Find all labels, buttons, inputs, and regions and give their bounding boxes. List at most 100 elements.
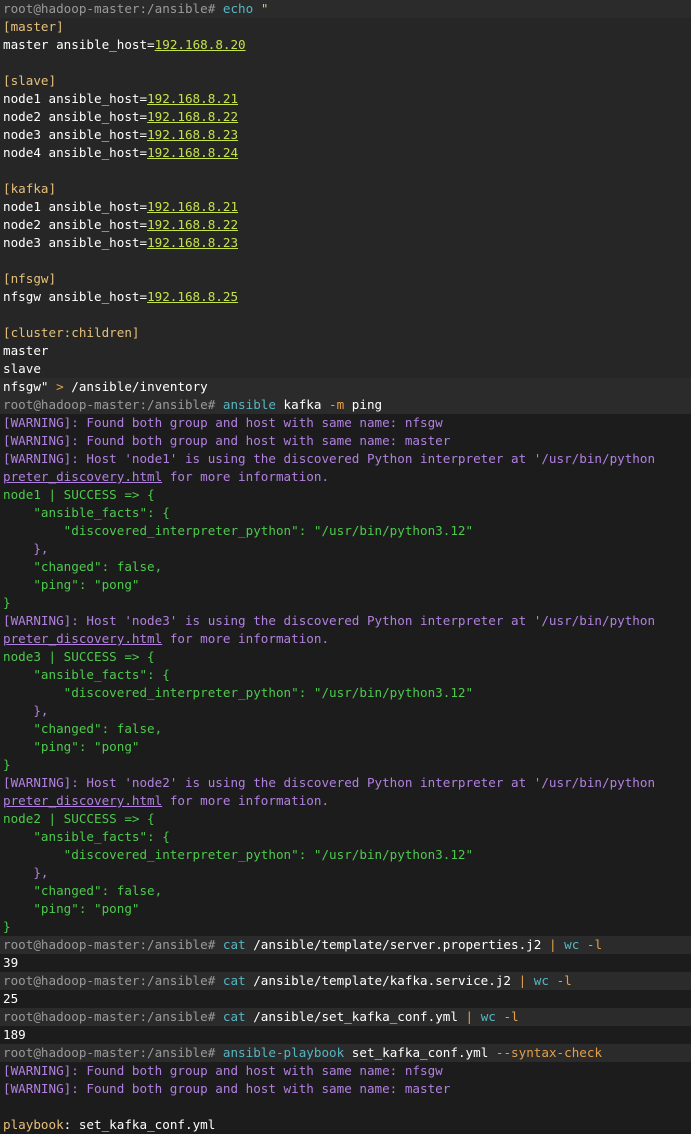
output-line: "ping": "pong" xyxy=(0,900,691,918)
output-line: }, xyxy=(0,540,691,558)
text-segment: wc xyxy=(480,1009,496,1024)
text-segment: nfsgw" xyxy=(3,379,49,394)
text-segment: : set_kafka_conf.yml xyxy=(63,1117,216,1132)
text-segment: root@hadoop-master:/ansible# xyxy=(3,973,223,988)
output-line: "changed": false, xyxy=(0,882,691,900)
text-segment: cat xyxy=(222,973,246,988)
text-segment: [cluster:children] xyxy=(3,325,140,340)
text-segment: cat xyxy=(222,1009,246,1024)
text-segment: 192.168.8.23 xyxy=(147,127,239,142)
output-line: "ansible_facts": { xyxy=(0,504,691,522)
output-line xyxy=(0,54,691,72)
text-segment: for more information. xyxy=(162,469,330,484)
text-segment: -l xyxy=(586,937,603,952)
output-line: master xyxy=(0,342,691,360)
output-line: 189 xyxy=(0,1026,691,1044)
command-line: root@hadoop-master:/ansible# cat /ansibl… xyxy=(0,972,691,990)
output-line: node2 | SUCCESS => { xyxy=(0,810,691,828)
output-line: [WARNING]: Found both group and host wit… xyxy=(0,432,691,450)
text-segment: | xyxy=(465,1009,474,1024)
text-segment: playbook xyxy=(3,1117,64,1132)
text-segment: root@hadoop-master:/ansible# xyxy=(3,397,223,412)
text-segment: echo xyxy=(222,1,254,16)
output-line: }, xyxy=(0,702,691,720)
output-line: [WARNING]: Found both group and host wit… xyxy=(0,1062,691,1080)
output-line: slave xyxy=(0,360,691,378)
text-segment: cat xyxy=(222,937,246,952)
text-segment: master ansible_host= xyxy=(3,37,155,52)
text-segment: set_kafka_conf.yml xyxy=(344,1045,496,1060)
text-segment: wc xyxy=(564,937,580,952)
text-segment: [kafka] xyxy=(3,181,57,196)
text-segment: "discovered_interpreter_python": "/usr/b… xyxy=(3,523,474,538)
text-segment: [WARNING]: Host 'node1' is using the dis… xyxy=(3,451,656,466)
text-segment: root@hadoop-master:/ansible# xyxy=(3,1,223,16)
text-segment: 192.168.8.23 xyxy=(147,235,239,250)
text-segment xyxy=(549,973,557,988)
text-segment: "ansible_facts": { xyxy=(3,667,170,682)
text-segment: "ping": "pong" xyxy=(3,577,140,592)
text-segment: 25 xyxy=(3,991,19,1006)
text-segment: "ansible_facts": { xyxy=(3,829,170,844)
text-segment: }, xyxy=(3,703,49,718)
output-line: 25 xyxy=(0,990,691,1008)
output-line xyxy=(0,252,691,270)
text-segment: [WARNING]: Found both group and host wit… xyxy=(3,1081,451,1096)
text-segment: /ansible/template/server.properties.j2 xyxy=(245,937,549,952)
text-segment: 192.168.8.22 xyxy=(147,217,239,232)
text-segment: -m xyxy=(329,397,345,412)
text-segment: root@hadoop-master:/ansible# xyxy=(3,1009,223,1024)
text-segment: preter_discovery.html xyxy=(3,631,163,646)
output-line: node1 | SUCCESS => { xyxy=(0,486,691,504)
output-line: [nfsgw] xyxy=(0,270,691,288)
text-segment: "changed": false, xyxy=(3,721,163,736)
command-line: root@hadoop-master:/ansible# cat /ansibl… xyxy=(0,936,691,954)
text-segment xyxy=(557,937,565,952)
output-line: "discovered_interpreter_python": "/usr/b… xyxy=(0,846,691,864)
text-segment xyxy=(579,937,587,952)
text-segment: [master] xyxy=(3,19,64,34)
output-line: [cluster:children] xyxy=(0,324,691,342)
text-segment: node2 | SUCCESS => { xyxy=(3,811,155,826)
output-line: "changed": false, xyxy=(0,720,691,738)
output-line: node2 ansible_host=192.168.8.22 xyxy=(0,108,691,126)
terminal-window[interactable]: root@hadoop-master:/ansible# echo " [mast… xyxy=(0,0,691,1134)
output-line: "changed": false, xyxy=(0,558,691,576)
text-segment: nfsgw ansible_host= xyxy=(3,289,148,304)
text-segment: }, xyxy=(3,865,49,880)
output-line: "ansible_facts": { xyxy=(0,666,691,684)
output-line: node1 ansible_host=192.168.8.21 xyxy=(0,198,691,216)
command-line: root@hadoop-master:/ansible# cat /ansibl… xyxy=(0,1008,691,1026)
output-line: "ansible_facts": { xyxy=(0,828,691,846)
text-segment: } xyxy=(3,919,11,934)
text-segment: node1 | SUCCESS => { xyxy=(3,487,155,502)
command-line: root@hadoop-master:/ansible# ansible kaf… xyxy=(0,396,691,414)
text-segment: node1 ansible_host= xyxy=(3,91,148,106)
text-segment: root@hadoop-master:/ansible# xyxy=(3,937,223,952)
output-line: } xyxy=(0,756,691,774)
text-segment: -l xyxy=(556,973,572,988)
output-line: [kafka] xyxy=(0,180,691,198)
command-line: nfsgw" > /ansible/inventory xyxy=(0,378,691,396)
text-segment: preter_discovery.html xyxy=(3,793,163,808)
text-segment: 192.168.8.20 xyxy=(154,37,246,52)
output-line: [WARNING]: Host 'node3' is using the dis… xyxy=(0,612,691,630)
output-line: [WARNING]: Host 'node1' is using the dis… xyxy=(0,450,691,468)
text-segment: } xyxy=(3,757,11,772)
text-segment: "discovered_interpreter_python": "/usr/b… xyxy=(3,847,474,862)
text-segment: node3 ansible_host= xyxy=(3,127,148,142)
output-line: node3 ansible_host=192.168.8.23 xyxy=(0,234,691,252)
text-segment: 39 xyxy=(3,955,19,970)
text-segment: for more information. xyxy=(162,793,330,808)
text-segment: slave xyxy=(3,361,41,376)
text-segment: 192.168.8.21 xyxy=(147,91,239,106)
text-segment: -l xyxy=(503,1009,519,1024)
output-line: } xyxy=(0,918,691,936)
output-line: }, xyxy=(0,864,691,882)
text-segment: /ansible/set_kafka_conf.yml xyxy=(245,1009,466,1024)
text-segment: ping xyxy=(344,397,383,412)
output-line: node1 ansible_host=192.168.8.21 xyxy=(0,90,691,108)
text-segment: node1 ansible_host= xyxy=(3,199,148,214)
output-line xyxy=(0,306,691,324)
